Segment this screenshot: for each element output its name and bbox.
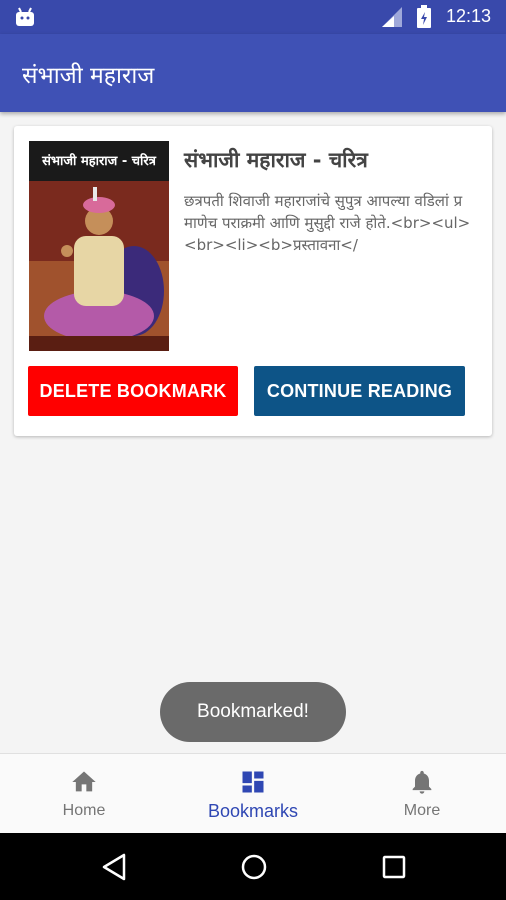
continue-reading-button[interactable]: CONTINUE READING [254, 366, 465, 416]
dashboard-icon [242, 771, 264, 793]
nav-item-bookmarks[interactable]: Bookmarks [169, 754, 337, 834]
bottom-navigation: Home Bookmarks More [0, 753, 506, 833]
battery-icon [417, 5, 431, 28]
back-icon[interactable] [98, 851, 130, 883]
book-cover-image[interactable]: संभाजी महाराज - चरित्र [29, 141, 169, 351]
app-title: संभाजी महाराज [22, 63, 155, 89]
cover-title: संभाजी महाराज - चरित्र [41, 153, 157, 169]
status-bar: 12:13 [0, 0, 506, 34]
nav-label-bookmarks: Bookmarks [207, 801, 299, 821]
signal-icon [382, 7, 402, 27]
android-notification-icon [16, 7, 34, 26]
bell-icon [412, 770, 432, 794]
delete-bookmark-button[interactable]: DELETE BOOKMARK [28, 366, 238, 416]
nav-item-home[interactable]: Home [0, 754, 168, 834]
home-circle-icon[interactable] [238, 851, 270, 883]
book-description: छत्रपती शिवाजी महाराजांचे सुपुत्र आपल्या… [184, 192, 471, 254]
nav-label-more: More [403, 802, 441, 819]
recent-apps-icon[interactable] [378, 851, 410, 883]
nav-label-home: Home [62, 802, 106, 819]
clock: 12:13 [446, 6, 492, 26]
toast-message: Bookmarked! [160, 682, 346, 742]
app-bar: संभाजी महाराज [0, 34, 506, 112]
system-navigation-bar [0, 833, 506, 900]
home-icon [72, 771, 96, 792]
book-title: संभाजी महाराज - चरित्र [184, 148, 368, 172]
bookmark-card[interactable]: संभाजी महाराज - चरित्र संभाजी महाराज - च… [14, 126, 492, 436]
nav-item-more[interactable]: More [338, 754, 506, 834]
